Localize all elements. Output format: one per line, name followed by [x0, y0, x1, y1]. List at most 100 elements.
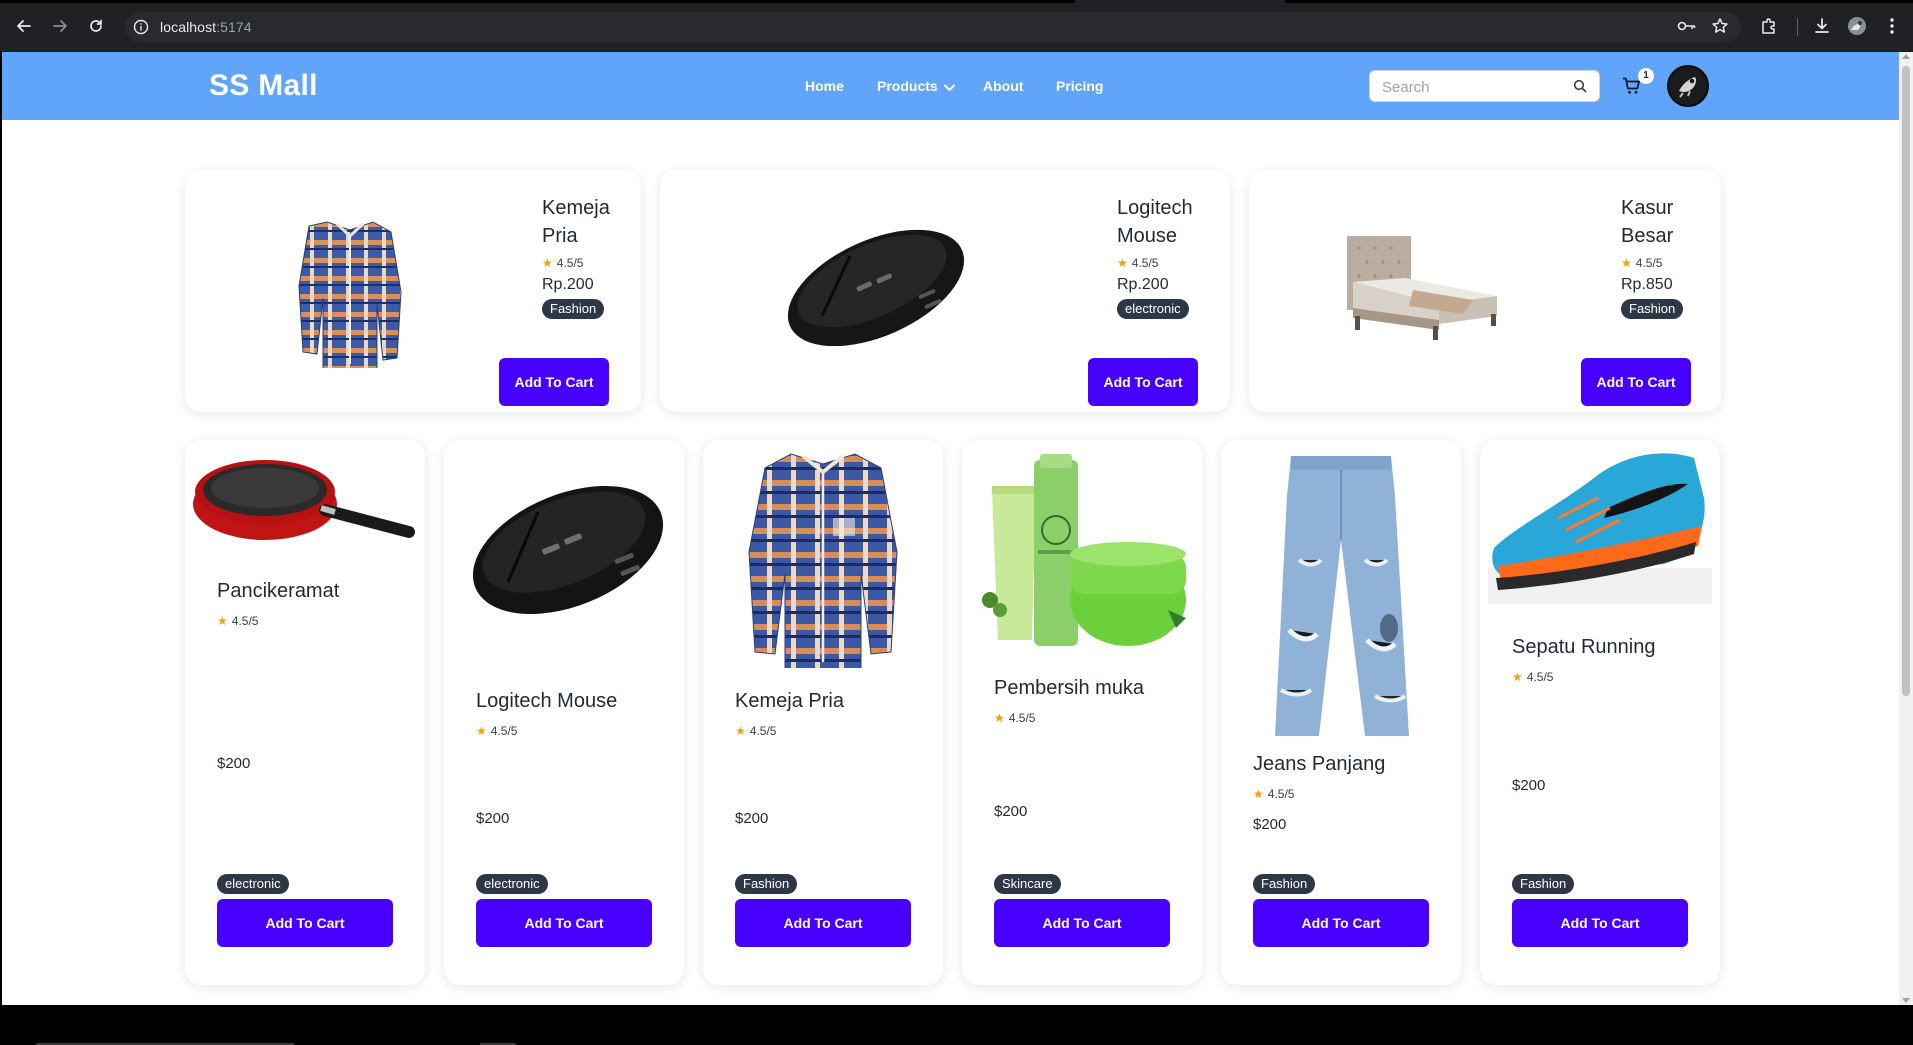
- address-bar[interactable]: localhost:5174: [125, 12, 1741, 42]
- rating: ★ 4.5/5: [1117, 256, 1193, 270]
- chevron-down-icon: [943, 79, 955, 95]
- star-icon: ★: [1512, 670, 1523, 684]
- product-title: Pancikeramat: [217, 580, 340, 602]
- url-port: :5174: [216, 19, 252, 35]
- title-line: Pria: [542, 225, 578, 247]
- add-to-cart-button[interactable]: Add To Cart: [217, 899, 393, 947]
- product-price: $200: [994, 803, 1028, 820]
- scrollbar-thumb[interactable]: [1902, 66, 1910, 696]
- scroll-down-icon[interactable]: [1902, 998, 1910, 1003]
- category-badge: electronic: [217, 874, 289, 894]
- rating: ★ 4.5/5: [542, 256, 610, 270]
- taskbar-area: [0, 1005, 1913, 1045]
- add-to-cart-button[interactable]: Add To Cart: [1253, 899, 1429, 947]
- add-to-cart-button[interactable]: Add To Cart: [994, 899, 1170, 947]
- search-icon[interactable]: [1573, 79, 1589, 95]
- page-scrollbar[interactable]: [1899, 52, 1913, 1005]
- category-badge: Skincare: [994, 874, 1061, 894]
- product-card[interactable]: Jeans Panjang ★ 4.5/5 $200 Fashion Add To…: [1221, 440, 1461, 985]
- rating-value: 4.5/5: [1267, 787, 1295, 801]
- tab-strip-edge: [0, 0, 1075, 3]
- star-icon: ★: [1621, 256, 1632, 270]
- bookmark-star-icon[interactable]: [1708, 14, 1732, 38]
- category-badge: electronic: [476, 874, 548, 894]
- add-to-cart-button[interactable]: Add To Cart: [1088, 358, 1198, 406]
- nav-home[interactable]: Home: [805, 78, 844, 94]
- profile-icon[interactable]: [1845, 14, 1869, 38]
- site-logo[interactable]: SS Mall: [209, 69, 318, 103]
- forward-icon[interactable]: [48, 14, 72, 38]
- product-card[interactable]: Kemeja Pria ★ 4.5/5 $200 Fashion Add To C…: [703, 440, 943, 985]
- rating-value: 4.5/5: [1635, 256, 1663, 270]
- product-card[interactable]: Pembersih muka ★ 4.5/5 $200 Skincare Add …: [962, 440, 1202, 985]
- category-badge: Fashion: [1512, 874, 1575, 894]
- password-key-icon[interactable]: [1675, 14, 1699, 38]
- avatar[interactable]: [1667, 65, 1709, 107]
- rating-value: 4.5/5: [1131, 256, 1159, 270]
- product-price: $200: [1512, 777, 1546, 794]
- menu-kebab-icon[interactable]: [1880, 14, 1904, 38]
- nav-products[interactable]: Products: [877, 78, 955, 95]
- rating: ★ 4.5/5: [217, 614, 258, 628]
- rating: ★ 4.5/5: [994, 711, 1035, 725]
- featured-card[interactable]: Logitech Mouse ★ 4.5/5 Rp.200 electronic A…: [660, 170, 1230, 412]
- star-icon: ★: [1253, 787, 1264, 801]
- title-line: Mouse: [1117, 225, 1178, 247]
- featured-card[interactable]: Kasur Besar ★ 4.5/5 Rp.850 Fashion Add To …: [1249, 170, 1721, 412]
- plaid-shirt-image: [733, 448, 913, 681]
- title-line: Logitech: [1117, 197, 1193, 219]
- search-input[interactable]: [1382, 77, 1562, 97]
- featured-card[interactable]: Kemeja Pria ★ 4.5/5 Rp.200 Fashion Add To …: [185, 170, 641, 412]
- product-card[interactable]: Sepatu Running ★ 4.5/5 $200 Fashion Add T…: [1480, 440, 1720, 985]
- reload-icon[interactable]: [84, 14, 108, 38]
- back-icon[interactable]: [12, 14, 36, 38]
- page-viewport: SS Mall Home Products About Pricing 1: [2, 52, 1899, 1005]
- site-info-icon[interactable]: [133, 19, 149, 35]
- search-box: [1369, 70, 1600, 102]
- rating: ★ 4.5/5: [1512, 670, 1553, 684]
- product-title: Logitech Mouse: [1117, 194, 1193, 250]
- title-line: Kemeja: [542, 197, 610, 219]
- nav-products-label: Products: [877, 78, 938, 94]
- add-to-cart-button[interactable]: Add To Cart: [499, 358, 609, 406]
- category-badge: Fashion: [735, 874, 798, 894]
- product-title: Jeans Panjang: [1253, 753, 1386, 775]
- product-price: Rp.200: [542, 276, 594, 293]
- extensions-icon[interactable]: [1757, 14, 1781, 38]
- product-title: Pembersih muka: [994, 677, 1145, 699]
- nav-about[interactable]: About: [983, 78, 1023, 94]
- product-title: Sepatu Running: [1512, 636, 1656, 658]
- star-icon: ★: [476, 724, 487, 738]
- ripped-jeans-image: [1269, 450, 1413, 742]
- nav-pricing[interactable]: Pricing: [1056, 78, 1103, 94]
- add-to-cart-button[interactable]: Add To Cart: [1581, 358, 1691, 406]
- frying-pan-image: [193, 452, 417, 552]
- add-to-cart-button[interactable]: Add To Cart: [1512, 899, 1688, 947]
- product-price: $200: [1253, 816, 1287, 833]
- star-icon: ★: [217, 614, 228, 628]
- add-to-cart-button[interactable]: Add To Cart: [476, 899, 652, 947]
- rating: ★ 4.5/5: [735, 724, 776, 738]
- product-card[interactable]: Logitech Mouse ★ 4.5/5 $200 electronic Ad…: [444, 440, 684, 985]
- category-badge: Fashion: [542, 299, 605, 319]
- rating: ★ 4.5/5: [476, 724, 517, 738]
- product-price: $200: [476, 810, 510, 827]
- rating-value: 4.5/5: [231, 614, 259, 628]
- plaid-shirt-image: [285, 216, 415, 375]
- category-badge: electronic: [1117, 299, 1189, 319]
- rating-value: 4.5/5: [490, 724, 518, 738]
- add-to-cart-button[interactable]: Add To Cart: [735, 899, 911, 947]
- product-title: Logitech Mouse: [476, 690, 618, 712]
- product-price: Rp.850: [1621, 276, 1673, 293]
- tab-strip-edge-right: [1285, 0, 1913, 3]
- rating-value: 4.5/5: [1008, 711, 1036, 725]
- title-line: Kasur: [1621, 197, 1674, 219]
- scroll-up-icon[interactable]: [1902, 54, 1910, 59]
- product-card[interactable]: Pancikeramat ★ 4.5/5 $200 electronic Add …: [185, 440, 425, 985]
- product-price: $200: [735, 810, 769, 827]
- url-text: localhost:5174: [160, 19, 252, 35]
- download-icon[interactable]: [1810, 14, 1834, 38]
- cart-button[interactable]: 1: [1620, 68, 1654, 100]
- star-icon: ★: [542, 256, 553, 270]
- bed-image: [1343, 232, 1499, 342]
